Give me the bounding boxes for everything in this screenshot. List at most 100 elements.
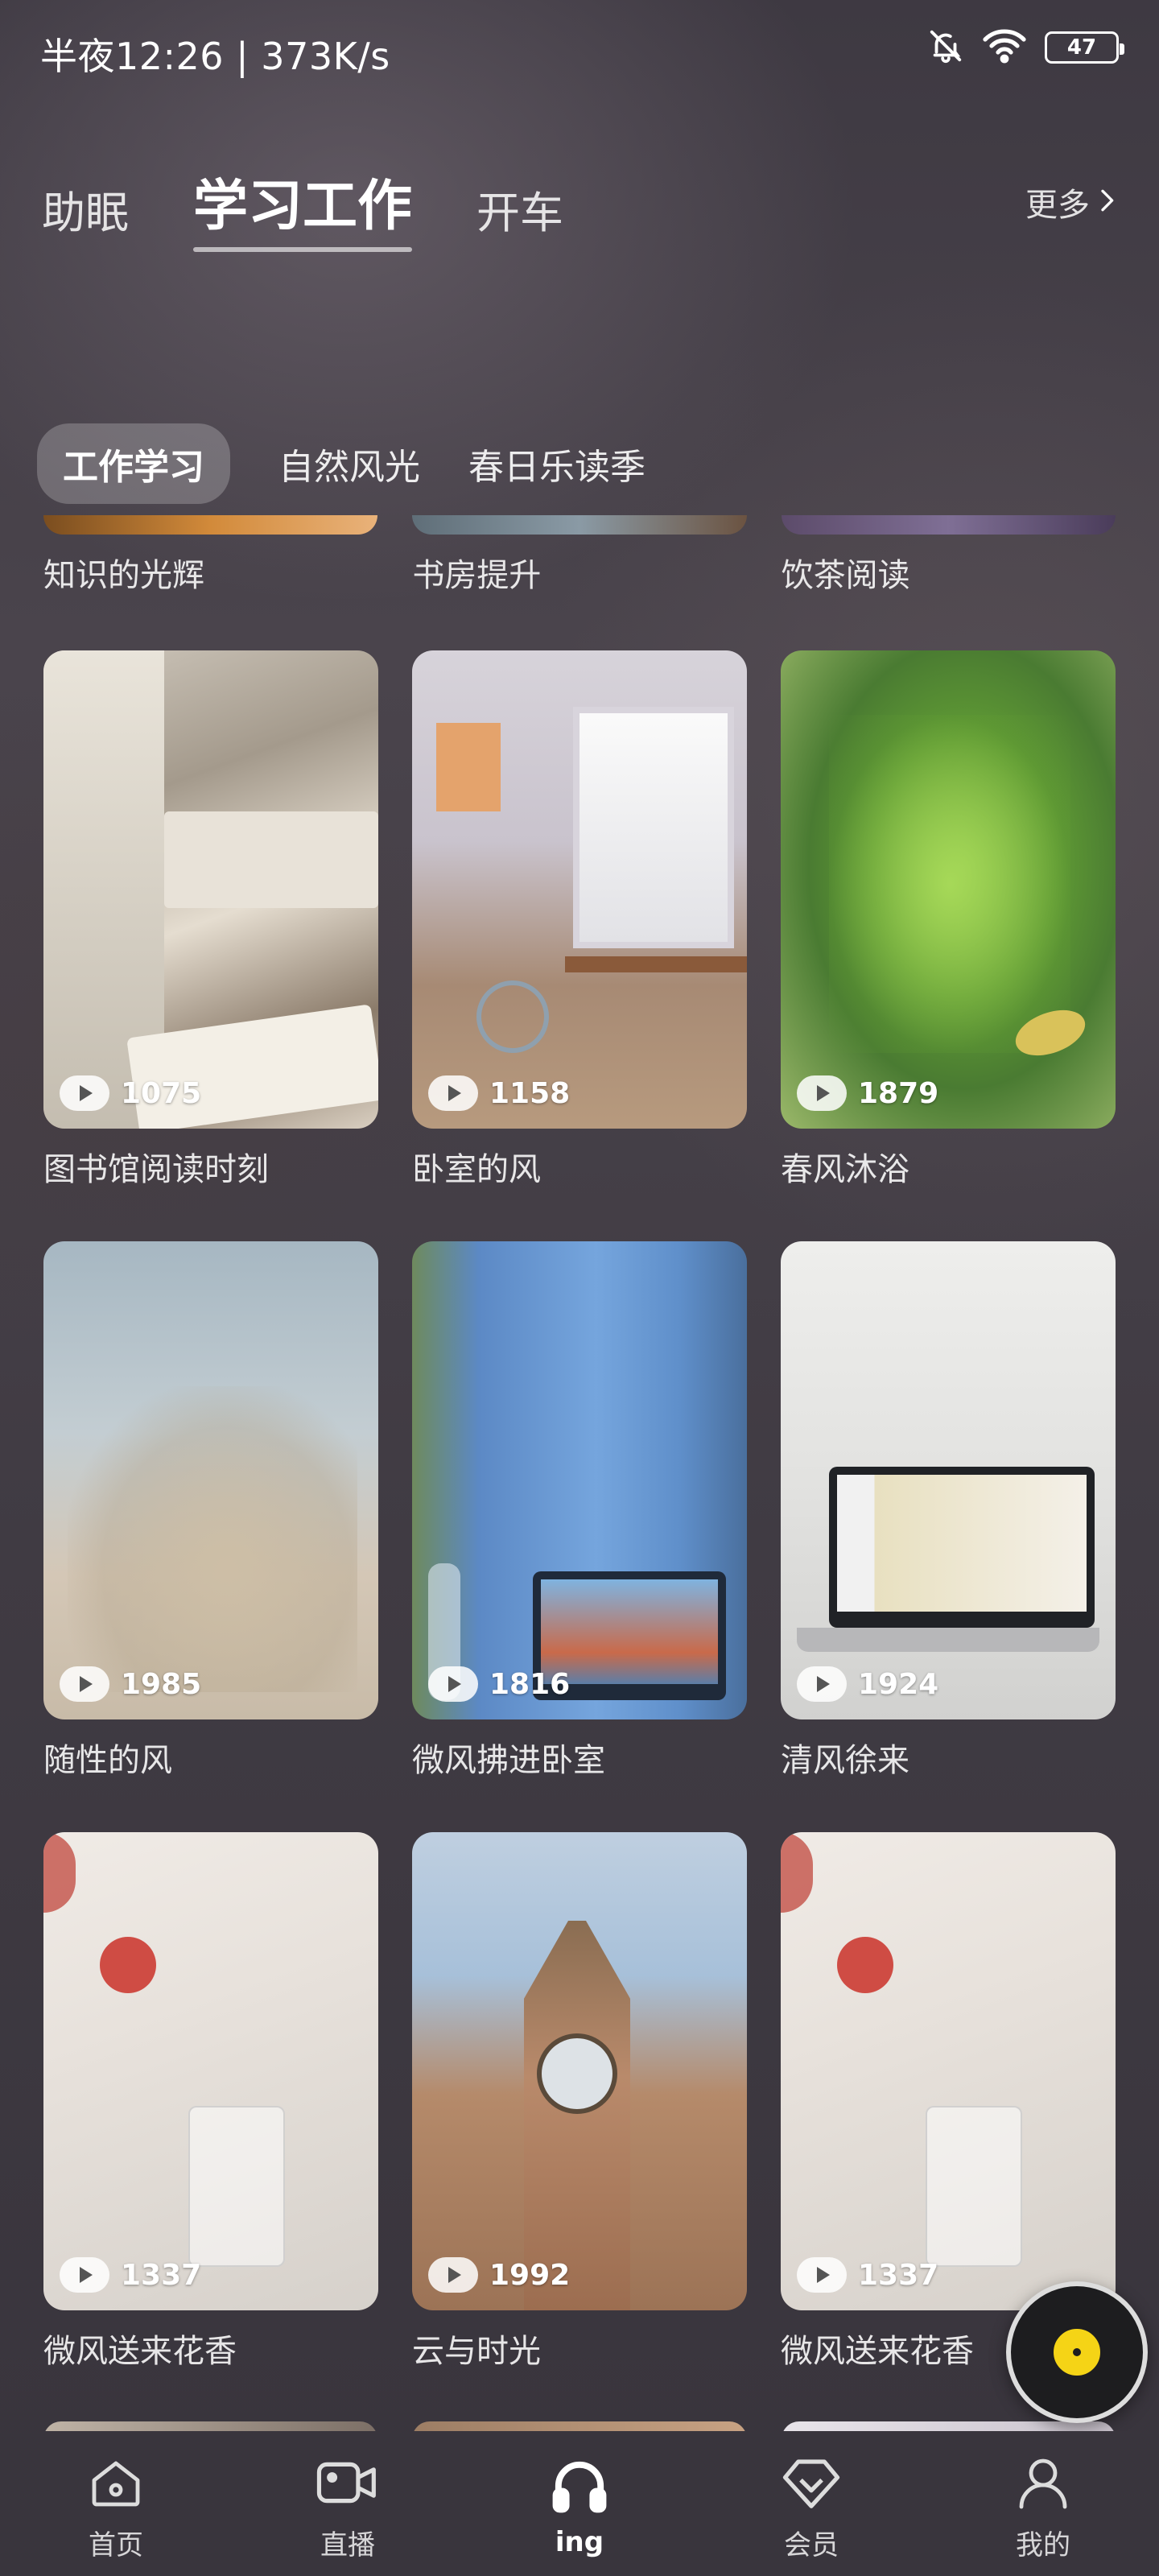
image-region — [797, 1628, 1099, 1652]
card-thumbnail: 1075 — [43, 650, 378, 1129]
card-title: 饮茶阅读 — [781, 557, 910, 594]
image-region — [837, 1475, 1087, 1612]
nav-label: 会员 — [784, 2529, 839, 2562]
play-icon — [428, 2257, 478, 2293]
home-icon — [85, 2454, 146, 2515]
image-region — [781, 1832, 813, 1913]
play-count: 1337 — [858, 2258, 939, 2292]
play-count: 1992 — [489, 2258, 571, 2292]
card-thumbnail: 1337 — [43, 1832, 378, 2310]
more-button[interactable]: 更多 — [1025, 179, 1116, 225]
record-icon — [1054, 2329, 1100, 2376]
card-thumbnail: 1924 — [781, 1241, 1116, 1719]
tab-study-work[interactable]: 学习工作 — [193, 161, 413, 252]
card-thumbnail — [43, 515, 378, 535]
play-count-badge: 1337 — [797, 2257, 938, 2293]
list-item[interactable]: 饮茶阅读 — [781, 515, 1116, 596]
card-thumbnail: 1992 — [412, 1832, 747, 2310]
card-title: 书房提升 — [412, 557, 542, 594]
card-title: 微风拂进卧室 — [412, 1742, 605, 1779]
play-icon — [428, 1075, 478, 1111]
status-time: 半夜12:26 | 373K/s — [40, 35, 390, 78]
mini-player-button[interactable] — [1006, 2281, 1148, 2423]
nav-label: 我的 — [1016, 2529, 1070, 2562]
play-count-badge: 1924 — [797, 1666, 938, 1702]
tab-sleep[interactable]: 助眠 — [42, 177, 129, 241]
card-title: 春风沐浴 — [781, 1151, 909, 1188]
image-region — [573, 707, 734, 948]
image-region — [43, 1832, 76, 1913]
play-count-badge: 1075 — [60, 1075, 201, 1111]
card-thumbnail: 1337 — [781, 1832, 1116, 2310]
list-item[interactable]: 书房提升 — [412, 515, 747, 596]
nav-label: ing — [555, 2526, 604, 2558]
play-icon — [60, 2257, 109, 2293]
card-title: 知识的光辉 — [43, 557, 204, 594]
image-region — [68, 1386, 357, 1692]
card-title: 云与时光 — [412, 2333, 541, 2370]
content-scroll[interactable]: 知识的光辉 书房提升 饮茶阅读 1075 图书馆阅读时刻 1158 卧室的风 1… — [0, 515, 1159, 2415]
status-bar: 半夜12:26 | 373K/s 47 — [0, 0, 1159, 105]
play-count: 1879 — [858, 1076, 939, 1110]
chevron-right-icon — [1098, 184, 1116, 221]
nav-label: 首页 — [89, 2529, 143, 2562]
card-thumbnail — [781, 515, 1116, 535]
nav-mine[interactable]: 我的 — [963, 2454, 1124, 2562]
play-count-badge: 1337 — [60, 2257, 201, 2293]
card-title: 随性的风 — [43, 1742, 172, 1779]
image-region — [100, 1937, 156, 1993]
list-item[interactable]: 1816 微风拂进卧室 — [412, 1241, 747, 1832]
play-count-badge: 1816 — [428, 1666, 570, 1702]
play-count-badge: 1879 — [797, 1075, 938, 1111]
list-item[interactable]: 1879 春风沐浴 — [781, 650, 1116, 1241]
image-region — [926, 2106, 1022, 2267]
image-region — [476, 980, 549, 1053]
play-icon — [60, 1075, 109, 1111]
list-item[interactable]: 1992 云与时光 — [412, 1832, 747, 2415]
battery-level: 47 — [1066, 35, 1097, 60]
list-item[interactable]: 1337 微风送来花香 — [43, 1832, 378, 2415]
play-count: 1075 — [121, 1076, 202, 1110]
top-tabs: 助眠 学习工作 开车 — [42, 161, 563, 252]
diamond-icon — [780, 2454, 843, 2515]
subtab-spring-reading[interactable]: 春日乐读季 — [468, 423, 645, 504]
play-count: 1816 — [489, 1667, 571, 1701]
card-title: 图书馆阅读时刻 — [43, 1151, 269, 1188]
nav-home[interactable]: 首页 — [35, 2454, 196, 2562]
play-icon — [60, 1666, 109, 1702]
headphones-icon — [547, 2457, 612, 2518]
card-title: 卧室的风 — [412, 1151, 541, 1188]
image-region — [188, 2106, 285, 2267]
card-thumbnail: 1879 — [781, 650, 1116, 1129]
list-item[interactable]: 1075 图书馆阅读时刻 — [43, 650, 378, 1241]
sub-tabs: 工作学习 自然风光 春日乐读季 — [37, 423, 645, 504]
list-item[interactable]: 1158 卧室的风 — [412, 650, 747, 1241]
play-count: 1158 — [489, 1076, 571, 1110]
image-region — [164, 811, 378, 908]
nav-ing[interactable]: ing — [499, 2457, 660, 2558]
play-count: 1985 — [121, 1667, 202, 1701]
image-region — [537, 2033, 617, 2114]
nav-vip[interactable]: 会员 — [731, 2454, 892, 2562]
subtab-work-study[interactable]: 工作学习 — [37, 423, 230, 504]
image-region — [837, 1937, 893, 1993]
play-count: 1337 — [121, 2258, 202, 2292]
list-item[interactable]: 知识的光辉 — [43, 515, 378, 596]
play-count-badge: 1985 — [60, 1666, 201, 1702]
subtab-nature[interactable]: 自然风光 — [278, 423, 420, 504]
nav-live[interactable]: 直播 — [267, 2454, 428, 2562]
bottom-nav: 首页 直播 ing 会员 我的 — [0, 2431, 1159, 2576]
play-icon — [797, 1075, 847, 1111]
nav-label: 直播 — [320, 2529, 375, 2562]
play-count-badge: 1158 — [428, 1075, 570, 1111]
status-icons: 47 — [927, 27, 1124, 68]
play-icon — [797, 1666, 847, 1702]
image-region — [829, 715, 1070, 1053]
card-title: 清风徐来 — [781, 1742, 909, 1779]
tab-driving[interactable]: 开车 — [476, 177, 563, 241]
card-thumbnail — [412, 515, 747, 535]
video-icon — [314, 2454, 382, 2515]
list-item[interactable]: 1924 清风徐来 — [781, 1241, 1116, 1832]
list-item[interactable]: 1985 随性的风 — [43, 1241, 378, 1832]
card-thumbnail: 1158 — [412, 650, 747, 1129]
